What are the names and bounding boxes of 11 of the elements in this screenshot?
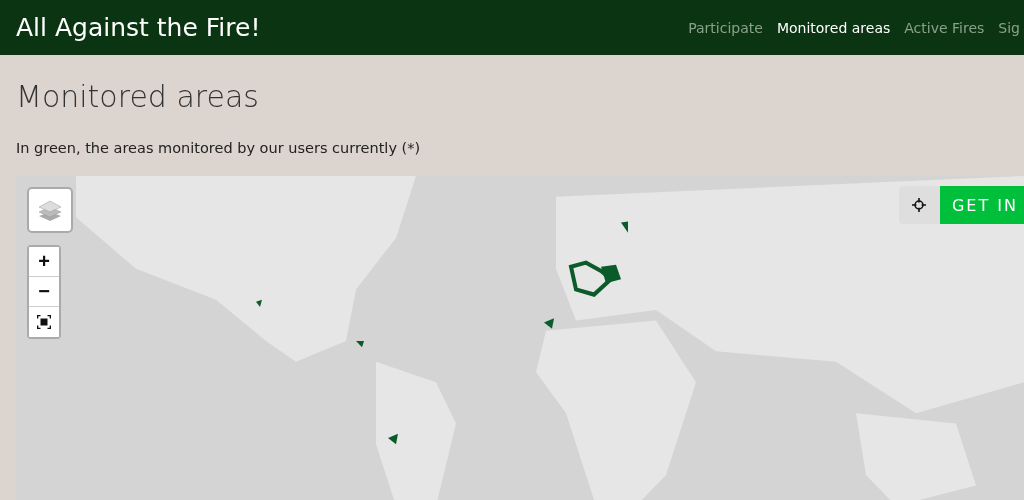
zoom-in-button[interactable]: + [29,247,59,277]
nav-link[interactable]: Monitored areas [776,19,891,36]
fullscreen-icon [37,315,51,329]
nav-link[interactable]: Active Fires [904,19,985,36]
nav-link[interactable]: Participate [688,19,763,36]
page-heading: Monitored areas [16,78,260,114]
site-title[interactable]: All Against the Fire! [16,13,689,42]
locate-button[interactable] [898,186,940,224]
crosshair-icon [912,198,927,212]
nav-link[interactable]: Sig [998,19,1020,36]
intro-text: In green, the areas monitored by our users currently (*) [16,140,422,156]
